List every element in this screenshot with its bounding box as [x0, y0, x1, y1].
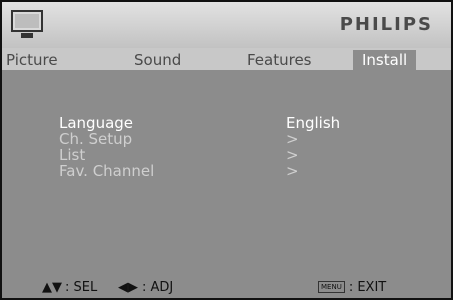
menu-item-value: >	[286, 130, 299, 148]
tab-bar: Picture Sound Features Install	[2, 48, 451, 70]
tab-install[interactable]: Install	[353, 50, 417, 70]
left-right-arrows-icon: ◀▶	[118, 280, 138, 295]
menu-item-language[interactable]: Language English	[59, 115, 379, 131]
tv-icon	[11, 10, 43, 38]
brand-logo: PHILIPS	[339, 14, 433, 35]
footer-hints: ▲▼ : SEL ◀▶ : ADJ MENU: EXIT	[2, 278, 451, 298]
exit-hint-label: : EXIT	[348, 280, 387, 295]
tab-features[interactable]: Features	[247, 50, 312, 70]
adj-hint-label: : ADJ	[142, 280, 174, 295]
menu-item-ch-setup[interactable]: Ch. Setup >	[59, 131, 379, 147]
tab-picture[interactable]: Picture	[6, 50, 58, 70]
tab-sound[interactable]: Sound	[134, 50, 181, 70]
menu-item-label: Language	[59, 114, 134, 132]
menu-key-icon: MENU	[318, 281, 345, 293]
menu-item-list[interactable]: List >	[59, 147, 379, 163]
exit-hint: MENU: EXIT	[318, 280, 386, 295]
menu-item-fav-channel[interactable]: Fav. Channel >	[59, 163, 379, 179]
sel-hint-label: : SEL	[65, 280, 98, 295]
up-down-arrows-icon: ▲▼	[42, 280, 62, 295]
header-bar: PHILIPS	[2, 2, 451, 48]
menu-item-value: >	[286, 162, 299, 180]
menu-item-label: Fav. Channel	[59, 162, 155, 180]
menu-item-label: Ch. Setup	[59, 130, 133, 148]
menu-item-value: English	[286, 114, 341, 132]
tv-menu-screen: PHILIPS Picture Sound Features Install L…	[0, 0, 453, 300]
menu-item-value: >	[286, 146, 299, 164]
menu-item-label: List	[59, 146, 86, 164]
